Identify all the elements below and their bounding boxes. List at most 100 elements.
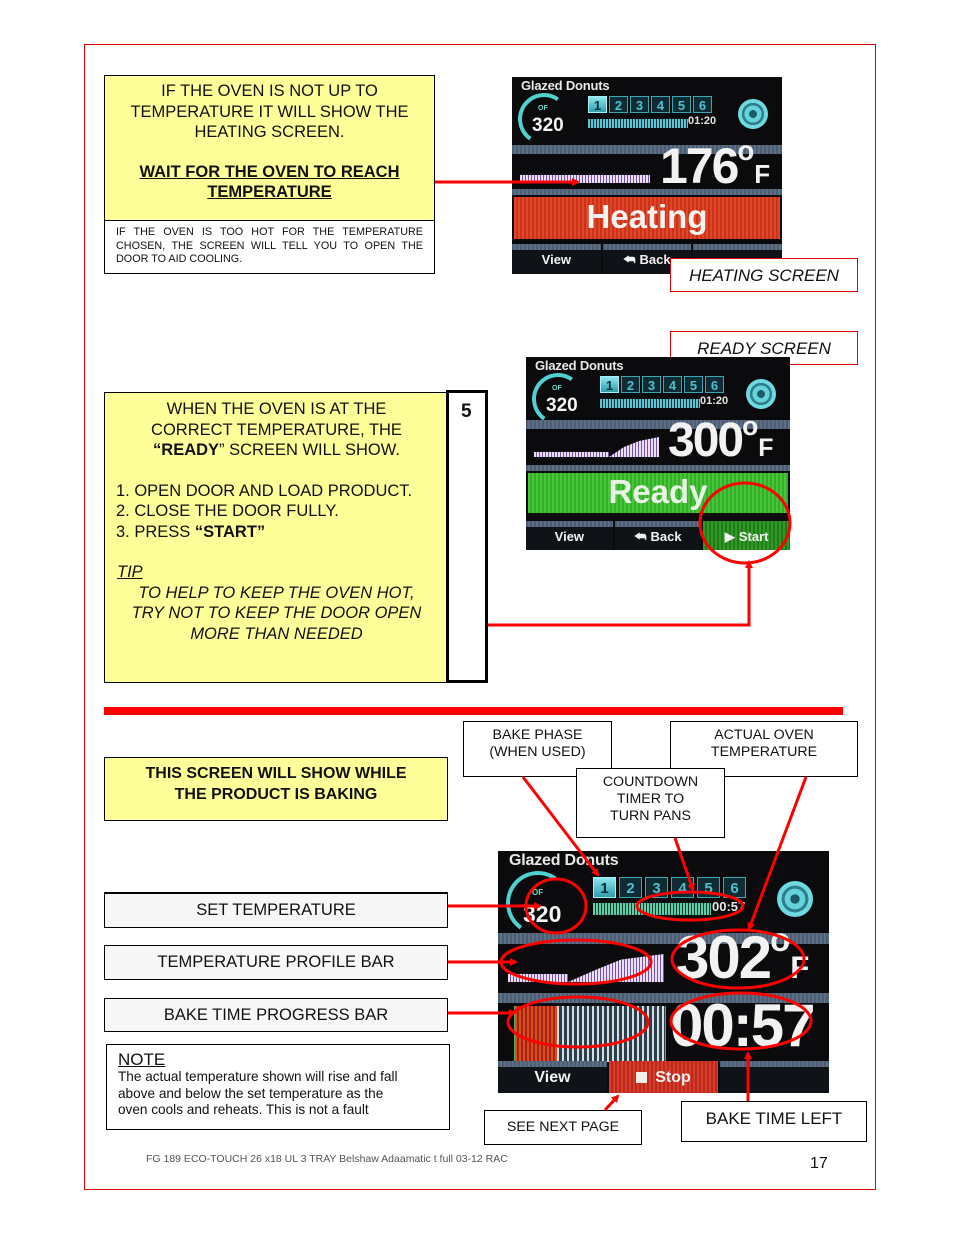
tip-label: TIP [117, 563, 143, 581]
ready-instruction-box: WHEN THE OVEN IS AT THE CORRECT TEMPERAT… [104, 392, 449, 683]
set-temperature-label: SET TEMPERATURE [104, 892, 448, 928]
note-line: above and below the set temperature as t… [118, 1085, 384, 1101]
ready-step: 2. CLOSE THE DOOR FULLY. [116, 502, 339, 520]
label-text: BAKE TIME LEFT [705, 1109, 843, 1128]
stop-button-label: Stop [655, 1069, 691, 1086]
back-button[interactable]: ⮪ Back [614, 521, 702, 550]
phase-tab[interactable]: 4 [663, 376, 682, 393]
phase-tab[interactable]: 3 [642, 376, 661, 393]
phase-tab[interactable]: 2 [609, 96, 628, 113]
temperature-profile-bar-rising [609, 437, 659, 457]
bake-progress-done [515, 1006, 557, 1062]
actual-temperature-value: 302 [676, 924, 772, 991]
page-number: 17 [810, 1155, 828, 1172]
temperature-unit: F [790, 950, 810, 985]
stop-button[interactable]: Stop [609, 1061, 718, 1093]
phase-tab[interactable]: 1 [588, 96, 607, 113]
play-icon: ▶ [724, 529, 735, 544]
stop-icon [636, 1072, 648, 1083]
phase-tab[interactable]: 3 [645, 877, 668, 898]
tip-line: TO HELP TO KEEP THE OVEN HOT, [138, 583, 415, 602]
set-temperature: 320 [532, 115, 564, 136]
temperature-profile-bar [520, 175, 650, 183]
baking-heading-line: THE PRODUCT IS BAKING [174, 785, 378, 803]
ready-screen: Glazed Donuts OF 320 1 2 3 4 5 6 01:20 3… [526, 357, 790, 550]
heating-status-banner: Heating [514, 197, 780, 239]
actual-temperature: 176oF [660, 135, 770, 195]
fan-icon[interactable] [738, 99, 768, 129]
product-name: Glazed Donuts [535, 358, 624, 373]
too-hot-note-box: IF THE OVEN IS TOO HOT FOR THE TEMPERATU… [104, 220, 435, 274]
back-button-label: Back [650, 529, 682, 544]
view-button[interactable]: View [512, 244, 601, 274]
see-next-page-label: SEE NEXT PAGE [484, 1110, 642, 1145]
phase-tab[interactable]: 6 [723, 877, 746, 898]
tip-line: TRY NOT TO KEEP THE DOOR OPEN [131, 604, 422, 622]
actual-temperature-value: 300 [668, 414, 744, 467]
ready-step: 3. PRESS “START” [116, 522, 266, 541]
phase-tab[interactable]: 5 [672, 96, 691, 113]
wait-instruction-line: WAIT FOR THE OVEN TO REACH [139, 162, 400, 181]
phase-tab[interactable]: 6 [693, 96, 712, 113]
set-temperature: 320 [523, 901, 562, 927]
phase-tab[interactable]: 4 [671, 877, 694, 898]
phase-tab[interactable]: 3 [630, 96, 649, 113]
phase-tab[interactable]: 2 [619, 877, 642, 898]
heating-screen-caption-text: HEATING SCREEN [689, 266, 839, 285]
view-button-label: View [534, 1069, 571, 1086]
phase-tab[interactable]: 1 [593, 877, 616, 898]
ready-step: 1. OPEN DOOR AND LOAD PRODUCT. [116, 481, 413, 500]
fan-icon[interactable] [746, 379, 776, 409]
note-line: oven cools and reheats. This is not a fa… [118, 1102, 369, 1117]
temp-unit-label: OF [532, 888, 544, 897]
start-button[interactable]: ▶ Start [703, 521, 790, 550]
phase-tab[interactable]: 5 [697, 877, 720, 898]
degree-symbol: o [742, 411, 759, 441]
label-line: TEMPERATURE [710, 744, 818, 760]
bake-time-left: 00:57 [670, 992, 815, 1059]
bake-time-progress-bar-label: BAKE TIME PROGRESS BAR [104, 998, 448, 1032]
heating-instruction-line: TEMPERATURE IT WILL SHOW THE [130, 102, 409, 121]
section-divider [104, 707, 843, 715]
divider-band [526, 465, 790, 471]
screen-button-row: View Stop [498, 1061, 829, 1093]
countdown-timer-label: COUNTDOWN TIMER TO TURN PANS [576, 768, 725, 838]
note-title: NOTE [118, 1050, 166, 1069]
label-line: ACTUAL OVEN [714, 727, 814, 743]
baking-heading-box: THIS SCREEN WILL SHOW WHILE THE PRODUCT … [104, 757, 448, 821]
label-line: TIMER TO [616, 791, 685, 807]
step-number: 5 [461, 401, 472, 422]
product-name: Glazed Donuts [521, 78, 610, 93]
screen-button-row: View ⮪ Back ▶ Start [526, 521, 790, 550]
bake-phase-tabs: 1 2 3 4 5 6 [588, 96, 712, 113]
phase-tab[interactable]: 1 [600, 376, 619, 393]
pan-timer-bar [600, 399, 700, 408]
heating-instruction-box: IF THE OVEN IS NOT UP TO TEMPERATURE IT … [104, 75, 435, 221]
footer-text: FG 189 ECO-TOUCH 26 x18 UL 3 TRAY Belsha… [146, 1153, 508, 1165]
degree-symbol: o [770, 921, 791, 958]
pan-timer: 01:20 [688, 115, 717, 127]
too-hot-note-text: IF THE OVEN IS TOO HOT FOR THE TEMPERATU… [116, 226, 423, 265]
phase-tab[interactable]: 6 [705, 376, 724, 393]
fan-icon[interactable] [777, 881, 813, 917]
tip-line: MORE THAN NEEDED [190, 624, 363, 643]
actual-temperature-value: 176 [660, 138, 739, 194]
bake-phase-tabs: 1 2 3 4 5 6 [600, 376, 724, 393]
back-arrow-icon: ⮪ [634, 529, 647, 544]
label-line: TURN PANS [610, 808, 691, 824]
phase-tab[interactable]: 5 [684, 376, 703, 393]
note-box: NOTE The actual temperature shown will r… [106, 1044, 450, 1130]
pan-timer: 00:57 [712, 899, 746, 914]
empty-button[interactable] [720, 1061, 829, 1093]
phase-tab[interactable]: 4 [651, 96, 670, 113]
back-arrow-icon: ⮪ [623, 252, 636, 267]
view-button-label: View [554, 529, 585, 544]
phase-tab[interactable]: 2 [621, 376, 640, 393]
view-button-label: View [541, 252, 572, 267]
view-button[interactable]: View [526, 521, 613, 550]
view-button[interactable]: View [498, 1061, 607, 1093]
temp-unit-label: OF [552, 385, 562, 392]
label-text: SEE NEXT PAGE [506, 1119, 620, 1135]
heating-instruction-line: HEATING SCREEN. [194, 123, 345, 141]
temp-unit-label: OF [538, 105, 548, 112]
